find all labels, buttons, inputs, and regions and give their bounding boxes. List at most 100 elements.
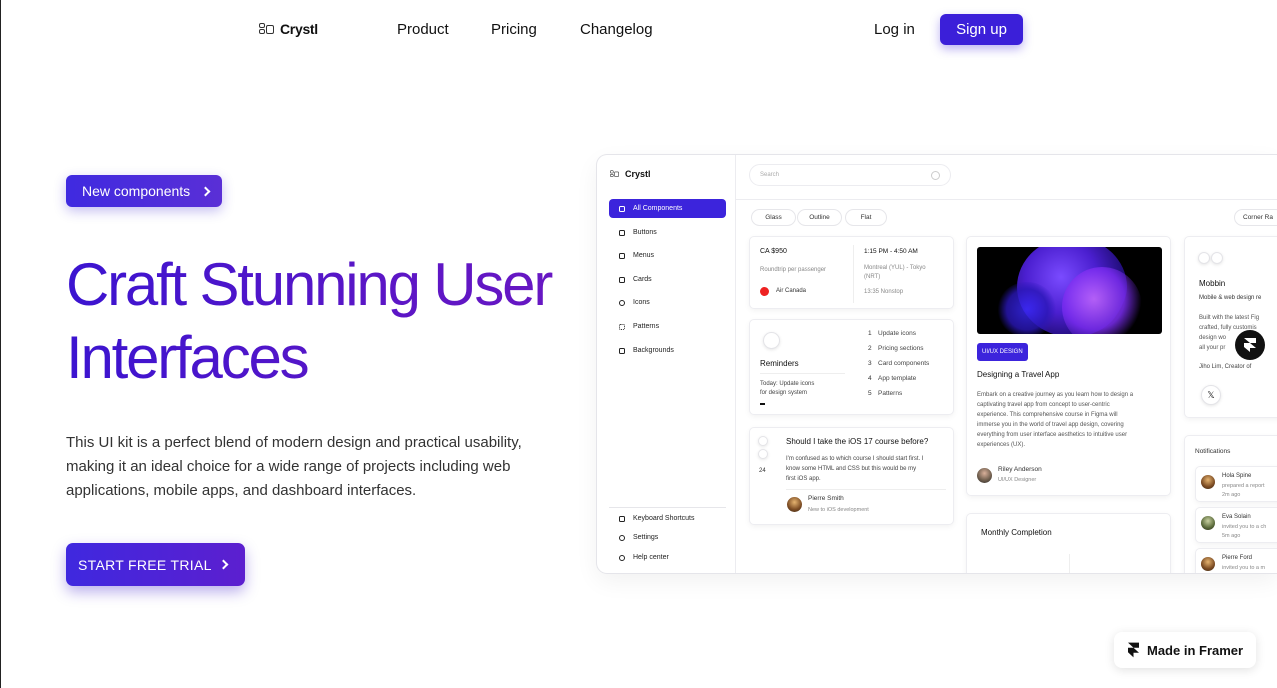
app-preview: Crystl All Components Buttons Menus Card…: [597, 155, 1277, 573]
sidebar-item-label: Menus: [633, 252, 655, 259]
sidebar-item-label: Buttons: [633, 229, 657, 236]
sidebar-item-label: Cards: [633, 276, 652, 283]
menu-icon: [619, 252, 625, 259]
notification-time: 2m ago: [1222, 492, 1241, 498]
framer-icon[interactable]: [1235, 330, 1265, 360]
sidebar-item-label: Patterns: [633, 323, 660, 330]
course-body-line: captivating travel app from concept to u…: [977, 402, 1110, 408]
question-divider: [786, 489, 946, 490]
chip-flat[interactable]: Flat: [845, 209, 887, 226]
course-body-line: experiences (UX).: [977, 442, 1026, 448]
preview-header-divider: [736, 199, 1277, 200]
x-icon[interactable]: 𝕏: [1201, 385, 1221, 405]
sidebar-item-icons[interactable]: Icons: [609, 293, 726, 312]
cards-icon: [619, 276, 625, 283]
sidebar-item-label: Icons: [633, 299, 650, 306]
reminder-item-3: Card components: [878, 360, 930, 367]
avatar: [1201, 557, 1215, 571]
preview-search-input[interactable]: Search: [749, 164, 951, 186]
flight-time: 1:15 PM - 4:50 AM: [864, 248, 918, 255]
nav-changelog[interactable]: Changelog: [580, 21, 653, 38]
mobbin-card: Mobbin Mobile & web design re Built with…: [1184, 236, 1277, 418]
reminder-n3: 3: [868, 360, 872, 367]
question-card: 24 Should I take the iOS 17 course befor…: [749, 427, 954, 525]
chip-outline[interactable]: Outline: [797, 209, 842, 226]
chevron-right-icon: [200, 186, 211, 196]
preview-brand-name: Crystl: [625, 169, 651, 179]
mobbin-body-line: Built with the latest Fig: [1199, 315, 1260, 321]
sidebar-item-label: Help center: [633, 554, 669, 561]
nav-product[interactable]: Product: [397, 21, 449, 38]
notification-item[interactable]: Eva Solain invited you to a ch 5m ago: [1195, 507, 1277, 543]
downvote-icon[interactable]: [758, 449, 768, 459]
flight-type: Roundtrip per passenger: [760, 267, 827, 273]
monthly-completion-title: Monthly Completion: [981, 528, 1052, 537]
course-artwork: [977, 247, 1162, 334]
sidebar-item-label: All Components: [633, 205, 683, 212]
sidebar-item-patterns[interactable]: Patterns: [609, 317, 726, 336]
flight-route-2: (NRT): [864, 274, 881, 280]
monthly-completion-card: Monthly Completion: [966, 513, 1171, 573]
avatar: [1201, 475, 1215, 489]
new-components-badge[interactable]: New components: [66, 175, 222, 207]
grid-icon: [619, 205, 625, 212]
sidebar-item-settings[interactable]: Settings: [609, 528, 726, 547]
sidebar-item-backgrounds[interactable]: Backgrounds: [609, 341, 726, 360]
course-body-line: Embark on a creative journey as you lear…: [977, 392, 1134, 398]
sidebar-item-help-center[interactable]: Help center: [609, 548, 726, 567]
framer-badge-label: Made in Framer: [1147, 642, 1244, 658]
theme-toggle-icon[interactable]: [1198, 252, 1210, 264]
avatar: [977, 468, 992, 483]
mobbin-subtitle: Mobile & web design re: [1199, 295, 1262, 301]
notification-text: prepared a report: [1222, 483, 1265, 489]
notification-item[interactable]: Hola Spine prepared a report 2m ago: [1195, 466, 1277, 502]
question-body-3: first iOS app.: [786, 476, 821, 482]
preview-sidebar: Crystl All Components Buttons Menus Card…: [597, 155, 736, 573]
preview-logo: Crystl: [610, 168, 651, 180]
notification-name: Hola Spine: [1222, 473, 1252, 479]
reminder-item-4: App template: [878, 375, 917, 382]
flight-duration: 13:35 Nonstop: [864, 289, 904, 295]
sidebar-item-label: Backgrounds: [633, 347, 674, 354]
course-tag: UI/UX DESIGN: [977, 343, 1028, 361]
sidebar-item-keyboard-shortcuts[interactable]: Keyboard Shortcuts: [609, 509, 726, 528]
notification-item[interactable]: Pierre Ford invited you to a m: [1195, 548, 1277, 573]
gear-icon: [619, 534, 625, 541]
reminder-item-2: Pricing sections: [878, 345, 924, 352]
headline-line-2: Interfaces: [66, 324, 308, 391]
course-author-role: UI/UX Designer: [998, 477, 1037, 483]
question-author-role: New to iOS development: [808, 507, 869, 513]
crystl-logo-icon: [610, 170, 619, 177]
pointer-icon: [619, 229, 625, 236]
login-link[interactable]: Log in: [874, 21, 915, 38]
cta-label: START FREE TRIAL: [78, 556, 212, 573]
notification-name: Eva Solain: [1222, 514, 1251, 520]
reminder-n4: 4: [868, 375, 872, 382]
sidebar-item-buttons[interactable]: Buttons: [609, 223, 726, 242]
chip-glass[interactable]: Glass: [751, 209, 796, 226]
reminder-note-1: Today: Update icons: [760, 381, 815, 387]
brand-logo[interactable]: Crystl: [259, 21, 318, 37]
image-icon: [619, 347, 625, 354]
course-title: Designing a Travel App: [977, 370, 1060, 379]
course-author: Riley Anderson: [998, 466, 1042, 473]
reminders-title: Reminders: [760, 359, 799, 368]
start-free-trial-button[interactable]: START FREE TRIAL: [66, 543, 245, 586]
chip-corner-radius[interactable]: Corner Ra: [1234, 209, 1277, 226]
upvote-icon[interactable]: [758, 436, 768, 446]
hero-description: This UI kit is a perfect blend of modern…: [66, 434, 522, 499]
question-title: Should I take the iOS 17 course before?: [786, 437, 929, 446]
sidebar-item-all-components[interactable]: All Components: [609, 199, 726, 218]
framer-icon: [763, 332, 780, 349]
signup-button[interactable]: Sign up: [940, 14, 1023, 45]
sidebar-item-label: Keyboard Shortcuts: [633, 515, 695, 522]
sidebar-item-menus[interactable]: Menus: [609, 246, 726, 265]
course-body-line: everything from user interface aesthetic…: [977, 432, 1128, 438]
settings-icon[interactable]: [1211, 252, 1223, 264]
sidebar-item-cards[interactable]: Cards: [609, 270, 726, 289]
question-body-1: I'm confused as to which course I should…: [786, 456, 924, 462]
nav-pricing[interactable]: Pricing: [491, 21, 537, 38]
flight-card: CA $950 Roundtrip per passenger Air Cana…: [749, 236, 954, 309]
vote-count: 24: [759, 468, 766, 474]
made-in-framer-badge[interactable]: Made in Framer: [1114, 632, 1256, 668]
